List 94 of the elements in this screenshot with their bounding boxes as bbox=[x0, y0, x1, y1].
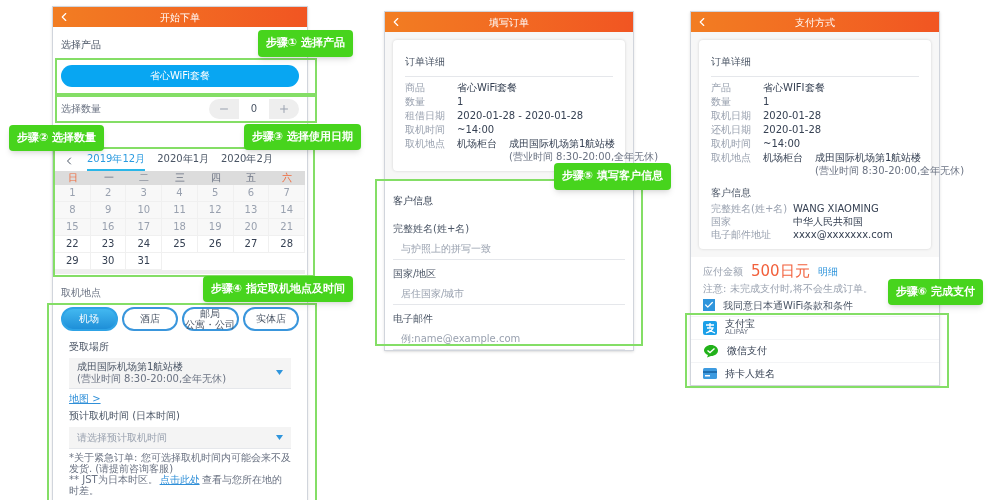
card-title: 订单详细 bbox=[405, 56, 445, 67]
section-label: 选择数量 bbox=[61, 102, 101, 116]
screen-title: 支付方式 bbox=[795, 15, 835, 30]
payment-option[interactable]: 微信支付 bbox=[691, 338, 939, 362]
detail-label: 取机时间 bbox=[711, 137, 752, 150]
field-label: 受取場所 bbox=[69, 339, 110, 354]
step-callout: 步骤⑥ 完成支付 bbox=[887, 278, 983, 305]
detail-value: 省心WiFi套餐 bbox=[457, 81, 518, 94]
section-title: 客户信息 bbox=[393, 195, 433, 206]
detail-value: 2020-01-28 - 2020-01-28 bbox=[457, 109, 584, 122]
detail-value: ~14:00 bbox=[457, 123, 495, 136]
screen-title: 开始下单 bbox=[160, 10, 200, 25]
pickup-option[interactable]: 实体店 bbox=[242, 306, 299, 331]
footnote: *关于紧急订单: 您可选择取机时间内可能会来不及发货. (请提前咨询客服) bbox=[69, 451, 291, 474]
total-label: 应付金额 bbox=[703, 264, 743, 279]
detail-label: 完整姓名(姓+名) bbox=[711, 202, 789, 215]
detail-label: 国家 bbox=[711, 215, 732, 228]
detail-value: 2020-01-28 bbox=[763, 109, 822, 122]
pickup-time-select[interactable]: 请选择预计取机时间 bbox=[69, 426, 291, 449]
agreement-checkbox[interactable] bbox=[703, 299, 715, 311]
section-label: 选择产品 bbox=[61, 39, 101, 50]
detail-value: 成田国际机场第1航站楼 bbox=[815, 151, 923, 164]
section-title: 客户信息 bbox=[711, 186, 752, 200]
dropdown-caret-icon[interactable] bbox=[276, 370, 283, 375]
detail-value: 机场柜台 bbox=[457, 137, 497, 150]
agreement-label: 我同意日本通WiFi条款和条件 bbox=[723, 298, 854, 313]
weekday-label: 三 bbox=[174, 170, 186, 185]
detail-label: 取机地点 bbox=[405, 137, 446, 150]
screen-title: 填写订单 bbox=[489, 15, 529, 30]
detail-label: 还机日期 bbox=[711, 123, 752, 136]
field-label: 电子邮件 bbox=[393, 312, 434, 326]
detail-value: 1 bbox=[457, 95, 464, 108]
section-label: 取机地点 bbox=[61, 286, 101, 298]
weekday-label: 六 bbox=[281, 170, 294, 185]
card-title: 订单详细 bbox=[711, 56, 751, 67]
month-tab[interactable]: 2020年1月 bbox=[157, 150, 209, 171]
detail-label: 产品 bbox=[711, 81, 732, 94]
payment-note: 注意: 未完成支付时,将不会生成订单。 bbox=[703, 282, 873, 295]
field-label: 完整姓名(姓+名) bbox=[393, 222, 471, 236]
select-note: (营业时间 8:30-20:00,全年无休) bbox=[77, 372, 228, 385]
weekday-label: 二 bbox=[138, 170, 151, 185]
pickup-option[interactable]: 酒店 bbox=[121, 306, 178, 331]
detail-label: 取机日期 bbox=[711, 109, 752, 122]
detail-value: 2020-01-28 bbox=[763, 123, 822, 136]
detail-label: 数量 bbox=[405, 95, 426, 108]
weekday-label: 四 bbox=[209, 170, 222, 185]
plus-icon[interactable] bbox=[278, 102, 290, 115]
detail-label: 数量 bbox=[711, 95, 732, 108]
total-amount: 500日元 bbox=[751, 261, 810, 282]
weekday-label: 五 bbox=[245, 170, 258, 185]
product-option[interactable]: 省心WiFi套餐 bbox=[61, 64, 299, 87]
quantity-value: 0 bbox=[239, 98, 269, 119]
card-icon bbox=[703, 368, 717, 379]
weekday-label: 一 bbox=[102, 170, 115, 185]
map-link[interactable]: 地图 > bbox=[69, 390, 101, 406]
dropdown-caret-icon[interactable] bbox=[276, 434, 283, 440]
detail-label: 电子邮件地址 bbox=[711, 228, 772, 241]
detail-value: 成田国际机场第1航站楼 bbox=[509, 137, 617, 150]
alipay-icon bbox=[703, 320, 717, 335]
select-value: 成田国际机场第1航站楼 bbox=[77, 360, 185, 373]
detail-value: 1 bbox=[763, 95, 770, 108]
pickup-option[interactable]: 邮局 公寓・公司 bbox=[182, 306, 239, 331]
step-callout: 步骤⑤ 填写客户信息 bbox=[553, 163, 671, 190]
month-tab[interactable]: 2020年2月 bbox=[221, 150, 273, 171]
detail-value: 中华人民共和国 bbox=[793, 215, 863, 228]
footnote: ** JST为日本时区。 点击此处 查看与您所在地的时差。 bbox=[69, 473, 283, 496]
field-label: 国家/地区 bbox=[393, 267, 438, 281]
step-callout: 步骤② 选择数量 bbox=[9, 124, 105, 151]
field-label: 预计取机时间 (日本时间) bbox=[69, 408, 181, 423]
weekday-label: 日 bbox=[66, 170, 79, 185]
chat-bubble-icon bbox=[703, 343, 719, 358]
detail-label: 商品 bbox=[405, 81, 426, 94]
detail-value: 机场柜台 bbox=[763, 151, 803, 164]
detail-value: WANG XIAOMING bbox=[793, 202, 879, 215]
pickup-place-select[interactable]: 成田国际机场第1航站楼 (营业时间 8:30-20:00,全年无休) bbox=[69, 357, 291, 389]
text-field[interactable]: 居住国家/城市 bbox=[393, 283, 625, 305]
step-callout: 步骤③ 选择使用日期 bbox=[243, 123, 361, 150]
breakdown-link[interactable]: 明细 bbox=[817, 263, 838, 279]
detail-value: 省心WIFI套餐 bbox=[763, 81, 825, 94]
select-placeholder: 请选择预计取机时间 bbox=[77, 430, 168, 445]
detail-value: xxxx@xxxxxxx.com bbox=[793, 228, 893, 241]
payment-option[interactable]: 持卡人姓名 bbox=[691, 361, 939, 385]
detail-value: ~14:00 bbox=[763, 137, 801, 150]
detail-label: 取机地点 bbox=[711, 151, 752, 164]
detail-label: 取机时间 bbox=[405, 123, 446, 136]
step-callout: 步骤④ 指定取机地点及时间 bbox=[202, 275, 353, 302]
timezone-link[interactable]: 点击此处 bbox=[159, 473, 200, 485]
detail-label: 租借日期 bbox=[405, 109, 446, 122]
detail-note: (营业时间 8:30-20:00,全年无休) bbox=[509, 150, 659, 163]
step-callout: 步骤① 选择产品 bbox=[257, 30, 353, 57]
detail-note: (营业时间 8:30-20:00,全年无休) bbox=[815, 164, 965, 177]
text-field[interactable]: 例:name@example.com bbox=[393, 328, 625, 350]
quantity-stepper[interactable]: 0 bbox=[209, 98, 299, 119]
pickup-option[interactable]: 机场 bbox=[61, 306, 118, 331]
